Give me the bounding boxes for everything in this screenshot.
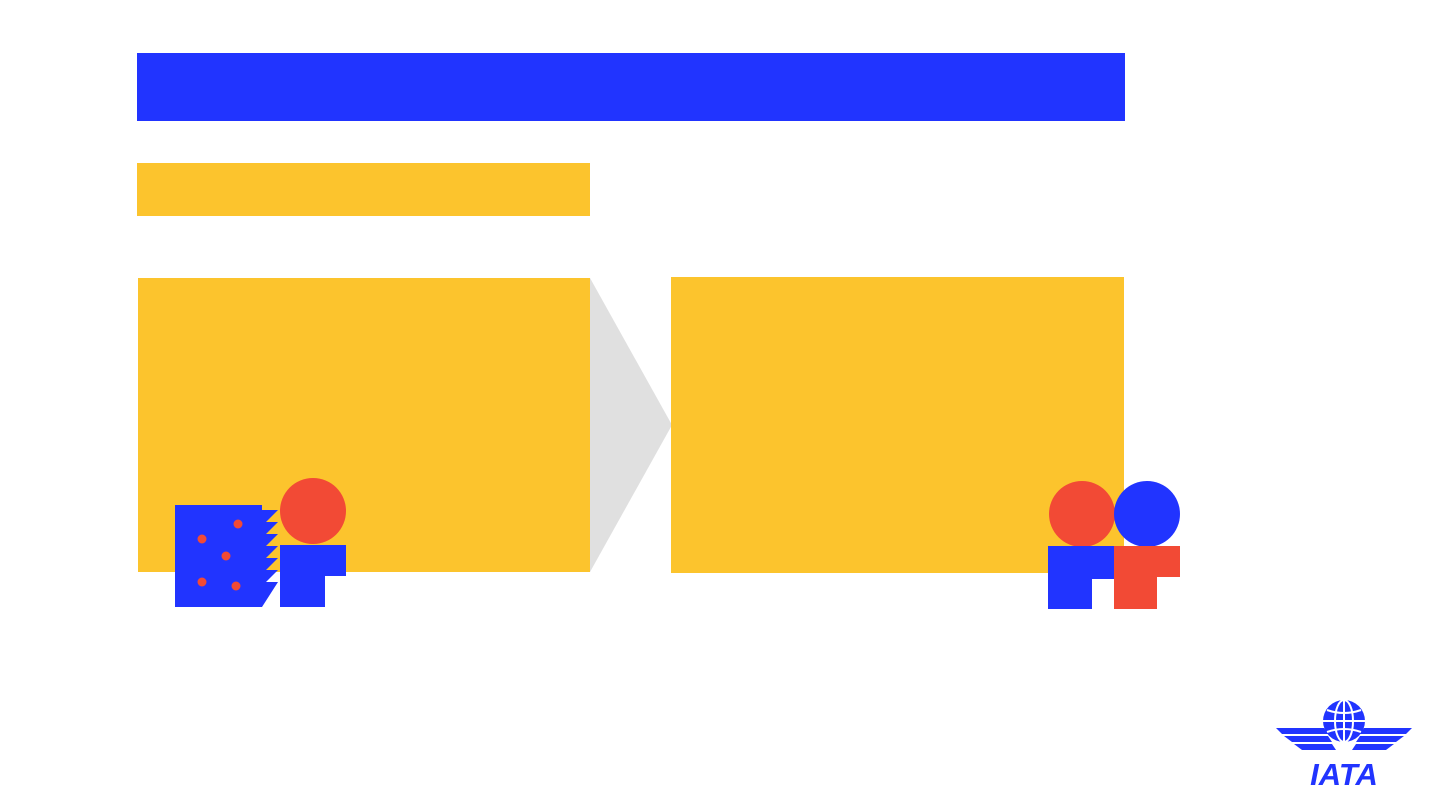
subtitle-bar [137,163,590,216]
chevron-arrow-icon [590,278,672,572]
person-with-document-icon [175,478,346,607]
person-icon [280,478,346,607]
person-blue-head-icon [1114,481,1180,609]
logo-text: IATA [1310,757,1378,790]
slide: IATA [0,0,1440,810]
document-icon [175,505,278,607]
iata-logo: IATA [1276,699,1412,790]
two-people-icon [1048,481,1180,609]
globe-icon [1323,699,1365,743]
person-red-head-icon [1048,481,1115,609]
title-bar [137,53,1125,121]
